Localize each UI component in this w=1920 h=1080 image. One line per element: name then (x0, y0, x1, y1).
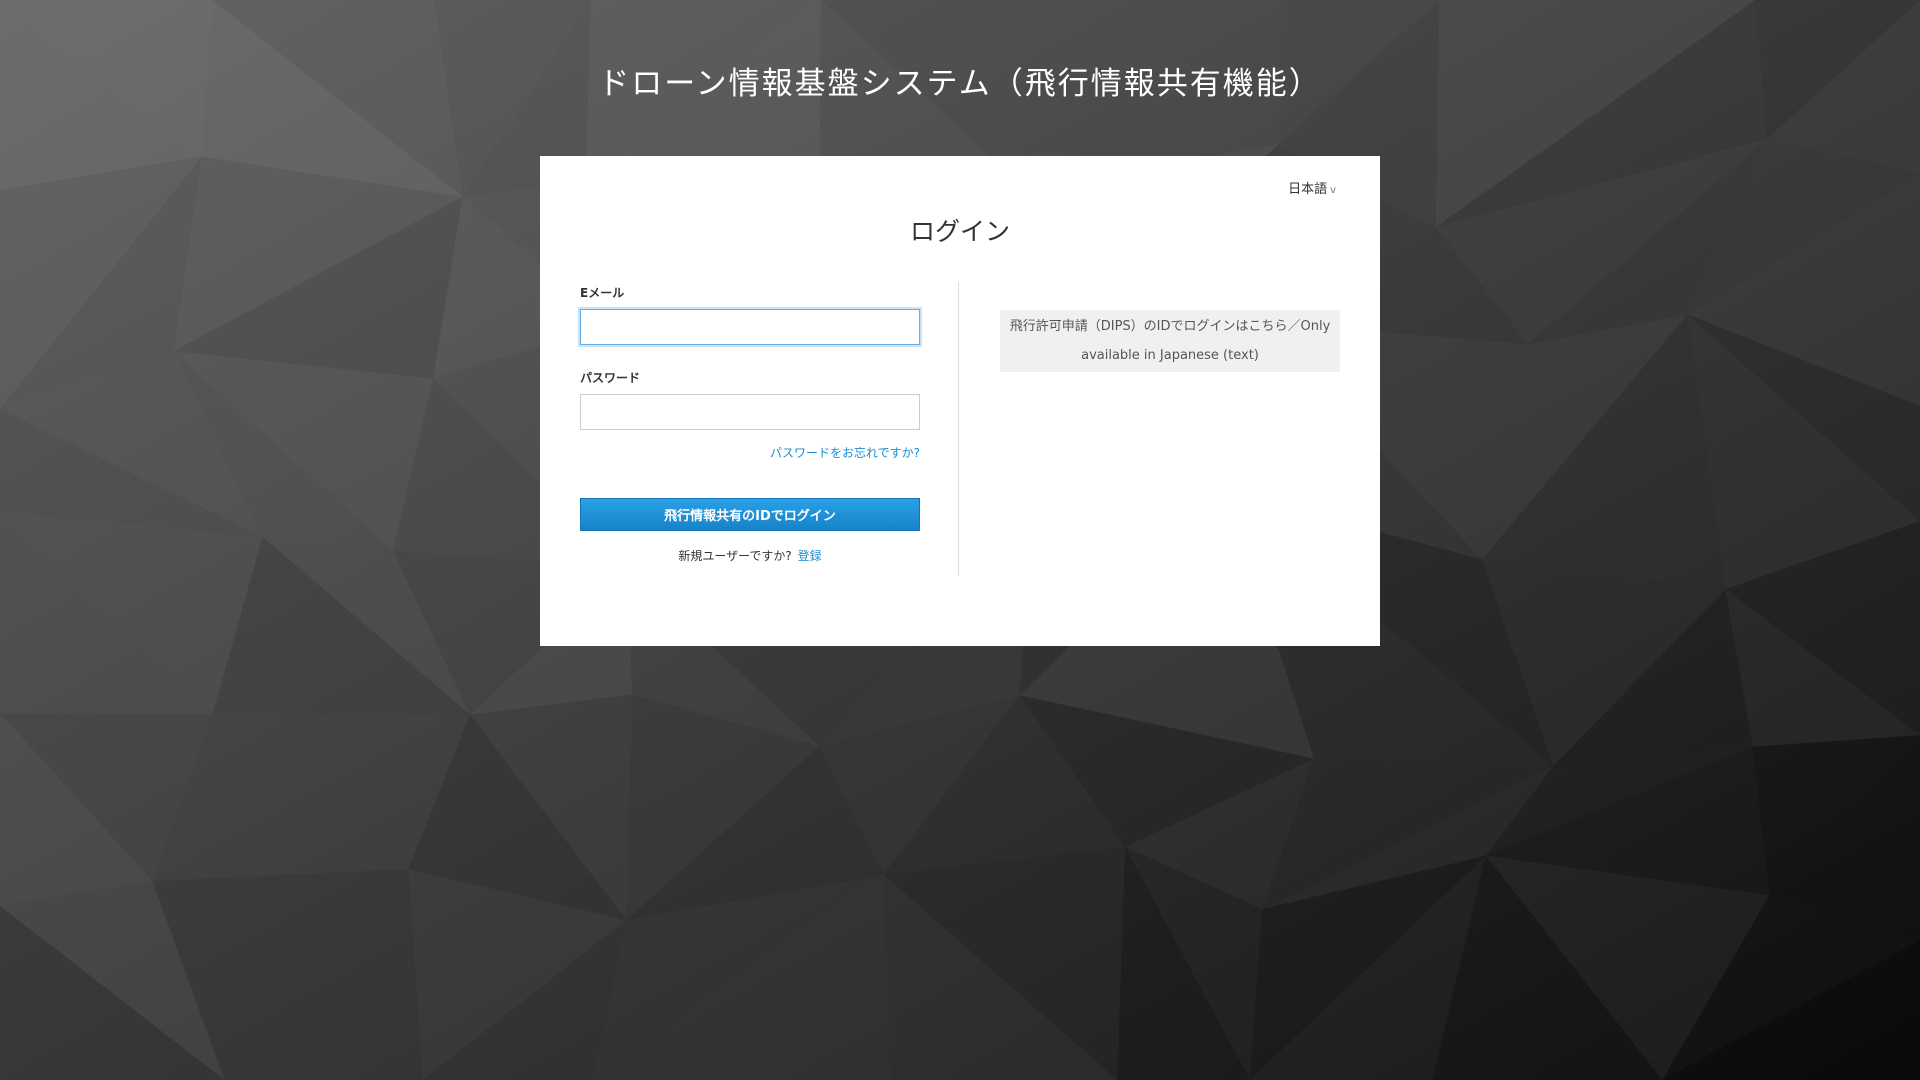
language-selector[interactable]: 日本語 v (1288, 178, 1336, 197)
dips-login-text-line1: 飛行許可申請（DIPS）のIDでログインはこちら／Only (1009, 319, 1331, 334)
login-form: Eメール パスワード パスワードをお忘れですか? 飛行情報共有のIDでログイン … (580, 284, 920, 564)
forgot-password-row: パスワードをお忘れですか? (580, 444, 920, 462)
dips-login-text-line2: available in Japanese (text) (1081, 348, 1259, 363)
language-selector-value: 日本語 (1288, 182, 1328, 197)
column-divider (958, 282, 959, 576)
login-button[interactable]: 飛行情報共有のIDでログイン (580, 498, 920, 531)
dips-login-button[interactable]: 飛行許可申請（DIPS）のIDでログインはこちら／Only available … (1000, 310, 1340, 372)
password-field-group: パスワード (580, 369, 920, 430)
login-heading: ログイン (909, 217, 1010, 246)
signup-row: 新規ユーザーですか? 登録 (580, 547, 920, 564)
forgot-password-link[interactable]: パスワードをお忘れですか? (770, 446, 920, 460)
site-title: ドローン情報基盤システム（飛行情報共有機能） (598, 66, 1322, 102)
login-card: 日本語 v ログイン Eメール パスワード パスワードをお忘れですか? 飛行情報共… (540, 156, 1380, 646)
password-label: パスワード (580, 371, 641, 385)
register-link[interactable]: 登録 (798, 549, 822, 563)
chevron-down-icon: v (1330, 185, 1336, 196)
password-input[interactable] (580, 394, 920, 430)
email-field-group: Eメール (580, 284, 920, 345)
new-user-text: 新規ユーザーですか? (678, 549, 792, 563)
email-input[interactable] (580, 309, 920, 345)
email-label: Eメール (580, 286, 625, 300)
